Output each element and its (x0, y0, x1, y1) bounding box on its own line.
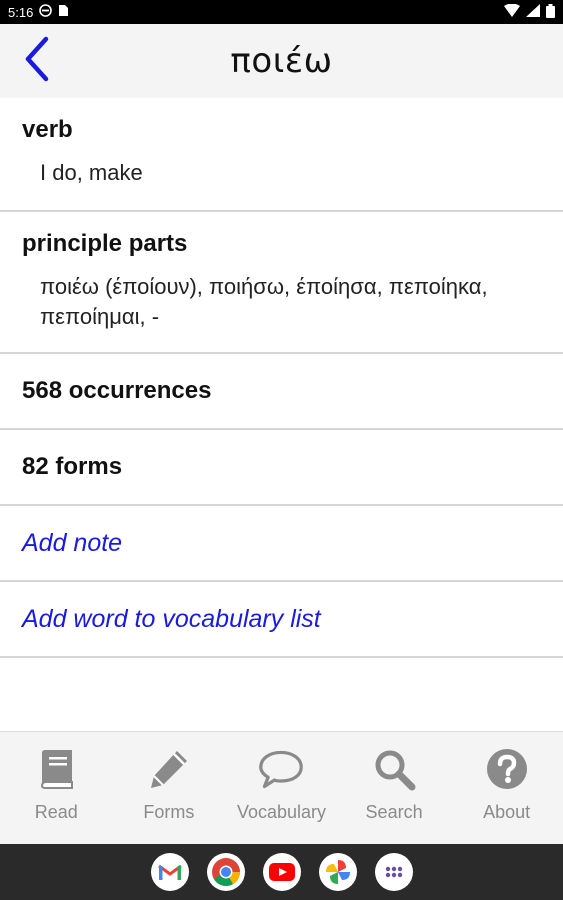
youtube-icon[interactable] (262, 853, 301, 891)
nav-forms-label: Forms (143, 802, 195, 822)
book-icon (33, 744, 79, 794)
principal-parts-heading: principle parts (22, 230, 188, 257)
principal-parts-text: ποιέω (έποίουν), ποιήσω, έποίησα, πεποίη… (22, 272, 545, 332)
app-drawer-icon[interactable] (374, 853, 413, 891)
chrome-icon[interactable] (206, 853, 245, 891)
help-circle-icon (484, 744, 530, 794)
part-of-speech-section: verb I do, make (0, 98, 563, 212)
page-title: ποιέω (230, 41, 333, 81)
bottom-nav: Read Forms Vocabulary Search About (0, 731, 563, 844)
status-bar: 5:16 (0, 0, 563, 24)
chevron-left-icon (22, 35, 52, 88)
speech-bubble-icon (258, 744, 304, 794)
forms-count-label: 82 forms (22, 453, 123, 480)
sim-card-icon (58, 4, 69, 20)
magnifier-icon (371, 744, 417, 794)
forms-row[interactable]: 82 forms (0, 430, 563, 506)
nav-vocabulary-label: Vocabulary (236, 802, 327, 822)
principal-parts-line-1: ποιέω (έποίουν), ποιήσω, έποίησα, πεποίη… (40, 274, 488, 299)
nav-forms[interactable]: Forms (113, 732, 226, 844)
photos-icon[interactable] (318, 853, 357, 891)
nav-search-label: Search (365, 802, 423, 822)
nav-vocabulary[interactable]: Vocabulary (225, 732, 338, 844)
pencil-icon (146, 744, 192, 794)
wifi-icon (504, 3, 520, 20)
back-button[interactable] (14, 36, 60, 86)
add-vocab-row[interactable]: Add word to vocabulary list (0, 582, 563, 658)
nav-search[interactable]: Search (338, 732, 451, 844)
vpn-icon (39, 4, 53, 20)
add-note-row[interactable]: Add note (0, 506, 563, 582)
occurrences-label: 568 occurrences (22, 377, 212, 404)
battery-icon (546, 3, 555, 21)
definition-text: I do, make (40, 160, 143, 185)
add-note-link[interactable]: Add note (22, 529, 122, 558)
nav-read[interactable]: Read (0, 732, 113, 844)
signal-icon (526, 4, 540, 20)
nav-about[interactable]: About (450, 732, 563, 844)
gmail-icon[interactable] (150, 853, 189, 891)
nav-about-label: About (483, 802, 531, 822)
principal-parts-section: principle parts ποιέω (έποίουν), ποιήσω,… (0, 212, 563, 354)
nav-read-label: Read (34, 802, 78, 822)
part-of-speech-heading: verb (22, 116, 73, 143)
word-details: verb I do, make principle parts ποιέω (έ… (0, 98, 563, 658)
app-header: ποιέω (0, 24, 563, 98)
occurrences-row[interactable]: 568 occurrences (0, 354, 563, 430)
system-dock (0, 844, 563, 900)
principal-parts-line-2: πεποίημαι, - (40, 304, 160, 329)
status-time: 5:16 (8, 4, 34, 20)
add-to-vocabulary-link[interactable]: Add word to vocabulary list (22, 605, 321, 634)
